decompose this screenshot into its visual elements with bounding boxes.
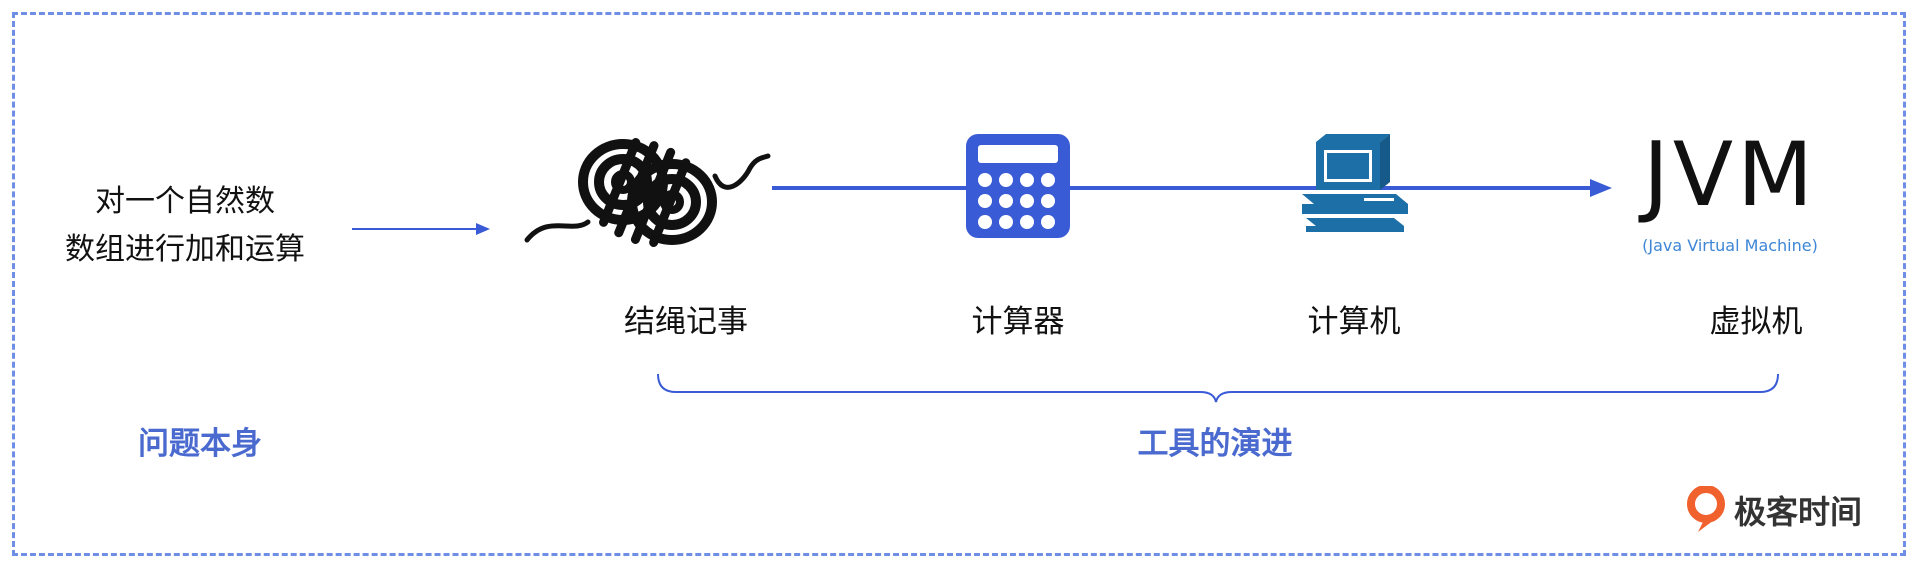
- knotted-rope-icon: [524, 138, 771, 248]
- evolution-arrow: [772, 179, 1612, 197]
- section-label-problem: 问题本身: [138, 426, 262, 462]
- section-label-evolution: 工具的演进: [1137, 426, 1293, 462]
- tools-brace: [657, 373, 1779, 403]
- brand-name: 极客时间: [1734, 493, 1863, 531]
- diagram-graphics: [352, 134, 1779, 403]
- brand-icon: [1687, 486, 1725, 532]
- tool-label-computer: 计算机: [1307, 304, 1401, 340]
- tool-label-calculator: 计算器: [971, 304, 1065, 340]
- jvm-subtitle: (Java Virtual Machine): [1642, 236, 1818, 255]
- tool-label-virtual-machine: 虚拟机: [1709, 304, 1803, 340]
- jvm-logo: JVM: [1642, 123, 1818, 226]
- problem-arrow: [352, 223, 490, 235]
- calculator-icon: [966, 134, 1070, 238]
- brand-logo: 极客时间: [1686, 486, 1862, 534]
- tool-label-knotted-rope: 结绳记事: [624, 304, 748, 340]
- computer-icon: [1302, 134, 1408, 232]
